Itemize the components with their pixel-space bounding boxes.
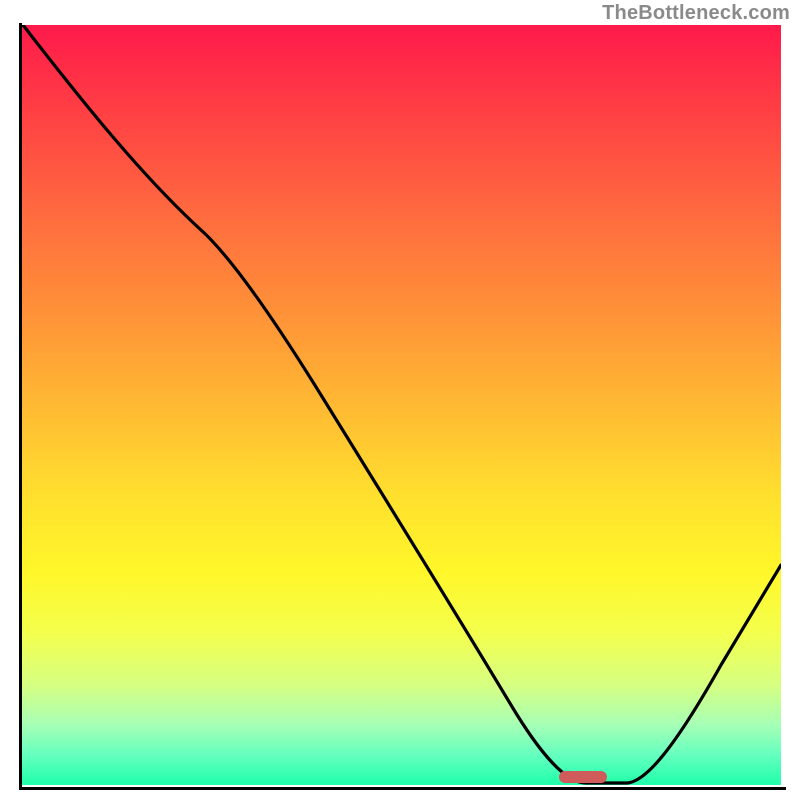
curve-path: [23, 25, 781, 783]
chart-plot-area: [21, 25, 781, 785]
bottleneck-curve: [21, 25, 781, 785]
optimal-marker: [559, 771, 607, 783]
watermark-text: TheBottleneck.com: [602, 2, 790, 25]
